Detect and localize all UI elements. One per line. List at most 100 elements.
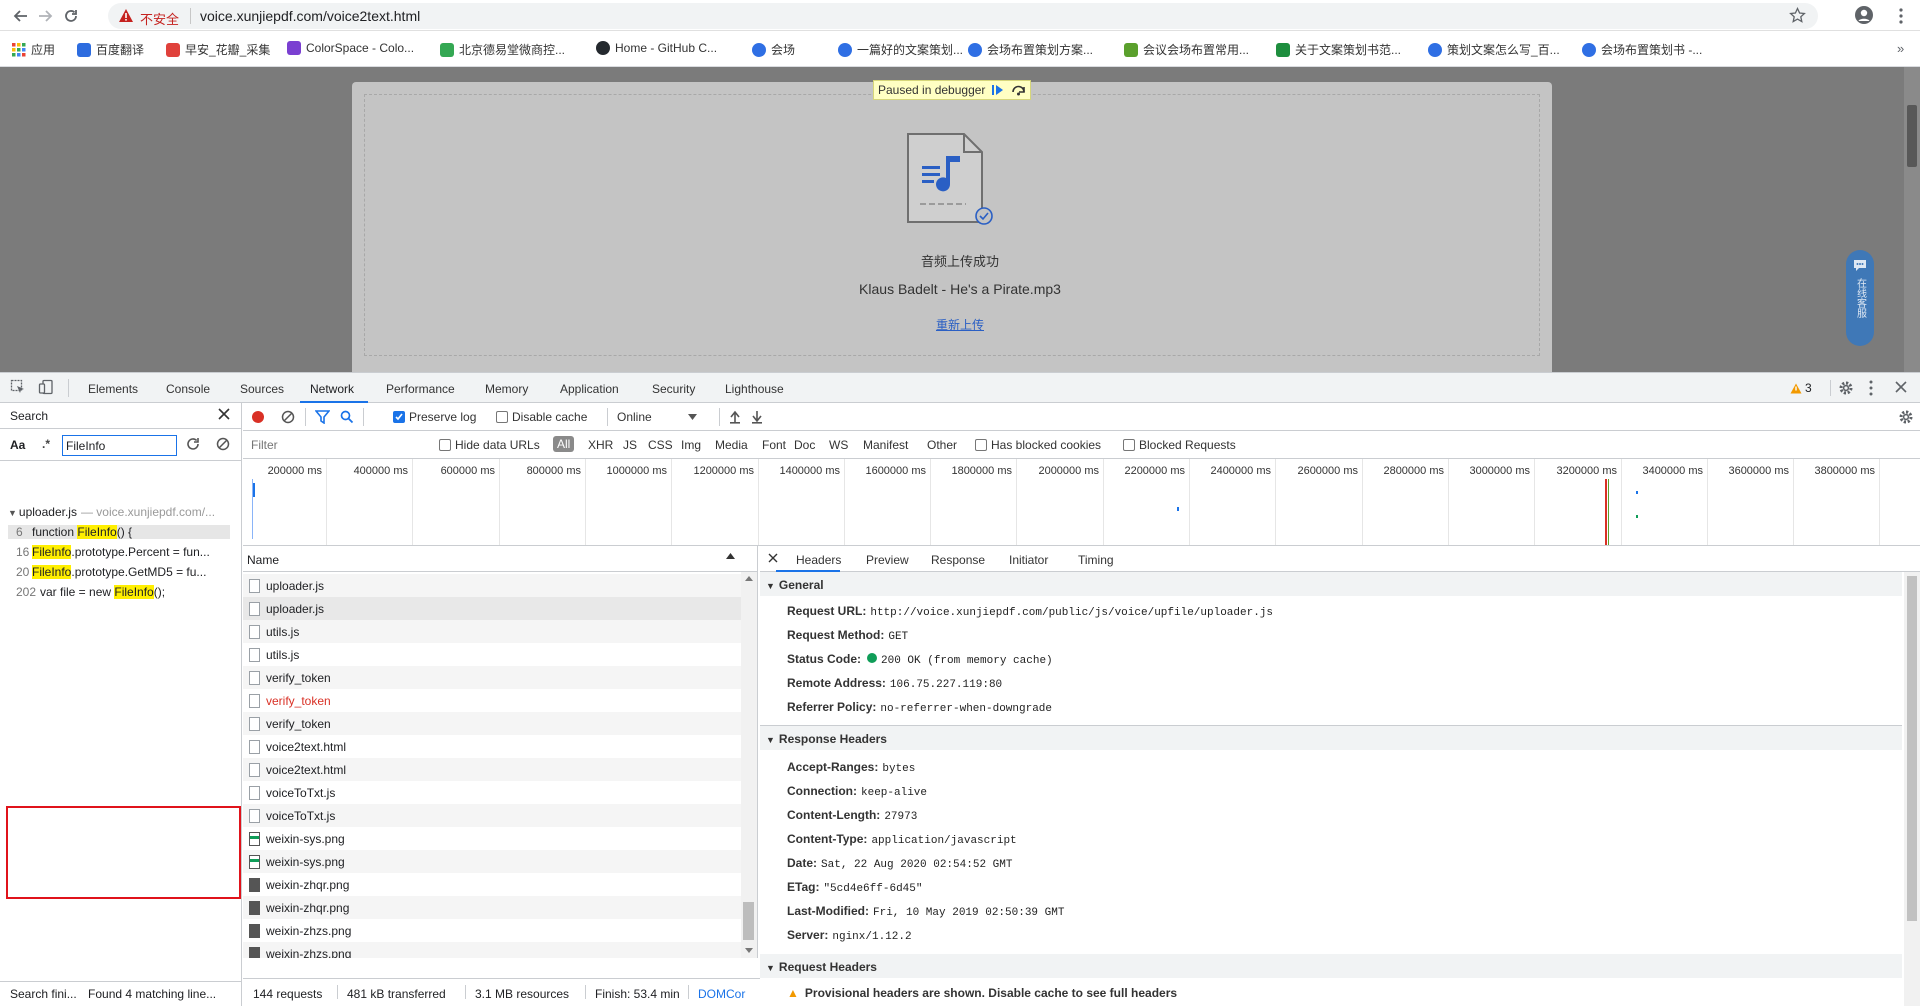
search-result-line[interactable]: 202 var file = new FileInfo();	[16, 585, 165, 599]
regex-toggle[interactable]: .*	[42, 437, 50, 451]
type-filter-img[interactable]: Img	[681, 438, 701, 452]
bookmark-item[interactable]: 会场布置策划书 -...	[1582, 41, 1702, 58]
device-toggle-icon[interactable]	[38, 379, 54, 395]
bookmark-item[interactable]: Home - GitHub C...	[596, 41, 717, 55]
bookmark-item[interactable]: 北京德易堂微商控...	[440, 41, 565, 58]
devtools-tab-memory[interactable]: Memory	[485, 382, 528, 396]
devtools-tab-elements[interactable]: Elements	[88, 382, 138, 396]
page-scrollbar-thumb[interactable]	[1907, 105, 1917, 167]
request-row[interactable]: verify_token	[243, 689, 741, 712]
request-row[interactable]: uploader.js	[243, 574, 741, 597]
address-bar[interactable]: 不安全 voice.xunjiepdf.com/voice2text.html	[108, 3, 1818, 29]
close-details-icon[interactable]	[768, 553, 778, 563]
bookmark-item[interactable]: 一篇好的文案策划...	[838, 41, 963, 58]
response-section-header[interactable]: ▼ Response Headers	[766, 732, 887, 746]
forward-button[interactable]	[34, 5, 56, 27]
request-row[interactable]: weixin-zhzs.png	[243, 942, 741, 958]
request-row[interactable]: weixin-zhqr.png	[243, 896, 741, 919]
scroll-down-icon[interactable]	[745, 948, 753, 953]
match-case-toggle[interactable]: Aa	[10, 438, 25, 452]
bookmark-item[interactable]: 会议会场布置常用...	[1124, 41, 1249, 58]
search-result-line[interactable]: 20 FileInfo.prototype.GetMD5 = fu...	[16, 565, 206, 579]
details-scrollbar-thumb[interactable]	[1907, 576, 1917, 921]
type-filter-css[interactable]: CSS	[648, 438, 673, 452]
type-filter-js[interactable]: JS	[623, 438, 637, 452]
request-row[interactable]: verify_token	[243, 712, 741, 735]
devtools-tab-network[interactable]: Network	[310, 382, 354, 396]
more-bookmarks-icon[interactable]: »	[1897, 41, 1904, 56]
devtools-tab-application[interactable]: Application	[560, 382, 619, 396]
reload-button[interactable]	[60, 5, 82, 27]
request-row[interactable]: utils.js	[243, 643, 741, 666]
bookmark-item[interactable]: 百度翻译	[77, 41, 144, 58]
devtools-tab-sources[interactable]: Sources	[240, 382, 284, 396]
type-filter-font[interactable]: Font	[762, 438, 786, 452]
request-row[interactable]: weixin-zhqr.png	[243, 873, 741, 896]
request-row[interactable]: voice2text.html	[243, 735, 741, 758]
devtools-menu-icon[interactable]	[1869, 380, 1873, 396]
reupload-link-text[interactable]: 重新上传	[936, 318, 984, 332]
request-row[interactable]: weixin-zhzs.png	[243, 919, 741, 942]
request-row[interactable]: voiceToTxt.js	[243, 804, 741, 827]
name-column-header[interactable]: Name	[247, 553, 279, 567]
resume-icon[interactable]	[991, 84, 1005, 96]
devtools-tab-performance[interactable]: Performance	[386, 382, 455, 396]
network-filter-input[interactable]	[247, 435, 427, 455]
hide-data-urls-checkbox[interactable]: Hide data URLs	[439, 438, 540, 452]
security-label[interactable]: 不安全	[140, 9, 179, 28]
page-scrollbar[interactable]	[1904, 67, 1920, 372]
request-row[interactable]: voice2text.html	[243, 758, 741, 781]
blocked-requests-checkbox[interactable]: Blocked Requests	[1123, 438, 1236, 452]
throttle-select[interactable]: Online	[617, 410, 697, 424]
profile-avatar-icon[interactable]	[1854, 5, 1874, 25]
request-section-header[interactable]: ▼ Request Headers	[766, 960, 877, 974]
bookmark-item[interactable]: ColorSpace - Colo...	[287, 41, 414, 55]
general-section-header[interactable]: ▼ General	[766, 578, 824, 592]
detail-tab-response[interactable]: Response	[931, 553, 985, 567]
type-filter-manifest[interactable]: Manifest	[863, 438, 908, 452]
back-button[interactable]	[10, 5, 32, 27]
bookmark-item[interactable]: 早安_花瓣_采集	[166, 41, 270, 58]
sort-ascending-icon[interactable]	[726, 553, 735, 559]
import-har-icon[interactable]	[729, 410, 741, 424]
request-row[interactable]: verify_token	[243, 666, 741, 689]
request-row[interactable]: uploader.js	[243, 597, 741, 620]
warnings-counter[interactable]: 3	[1790, 381, 1812, 395]
search-input[interactable]	[62, 435, 177, 456]
search-result-line[interactable]: 6 function FileInfo() {	[8, 525, 230, 539]
request-row[interactable]: voiceToTxt.js	[243, 781, 741, 804]
bookmark-item[interactable]: 策划文案怎么写_百...	[1428, 41, 1560, 58]
devtools-tab-lighthouse[interactable]: Lighthouse	[725, 382, 784, 396]
request-row[interactable]: weixin-sys.png	[243, 850, 741, 873]
refresh-search-icon[interactable]	[186, 437, 200, 451]
record-button[interactable]	[251, 410, 265, 424]
filter-funnel-icon[interactable]	[315, 410, 330, 424]
online-service-button[interactable]: 在线客服	[1846, 250, 1874, 346]
disable-cache-checkbox[interactable]: Disable cache	[496, 410, 587, 424]
detail-tab-initiator[interactable]: Initiator	[1009, 553, 1048, 567]
url-text[interactable]: voice.xunjiepdf.com/voice2text.html	[200, 8, 420, 24]
search-result-line[interactable]: 16 FileInfo.prototype.Percent = fun...	[16, 545, 210, 559]
type-filter-doc[interactable]: Doc	[794, 438, 815, 452]
scroll-up-icon[interactable]	[745, 576, 753, 581]
type-filter-other[interactable]: Other	[927, 438, 957, 452]
bookmark-item[interactable]: 会场	[752, 41, 795, 58]
bookmark-item[interactable]: 会场布置策划方案...	[968, 41, 1093, 58]
network-settings-icon[interactable]	[1898, 409, 1914, 425]
type-filter-xhr[interactable]: XHR	[588, 438, 613, 452]
preserve-log-checkbox[interactable]: Preserve log	[393, 410, 476, 424]
detail-tab-timing[interactable]: Timing	[1078, 553, 1114, 567]
request-list-scrollbar-thumb[interactable]	[743, 902, 754, 940]
search-result-file[interactable]: ▼ uploader.js — voice.xunjiepdf.com/...	[8, 505, 215, 519]
clear-log-icon[interactable]	[281, 410, 295, 424]
detail-tab-headers[interactable]: Headers	[796, 553, 841, 567]
request-row[interactable]: utils.js	[243, 620, 741, 643]
detail-tab-preview[interactable]: Preview	[866, 553, 909, 567]
type-filter-ws[interactable]: WS	[829, 438, 848, 452]
devtools-tab-security[interactable]: Security	[652, 382, 695, 396]
details-scrollbar[interactable]	[1904, 572, 1920, 1006]
clear-search-icon[interactable]	[216, 437, 230, 451]
step-over-icon[interactable]	[1011, 84, 1026, 96]
close-devtools-icon[interactable]	[1895, 381, 1907, 393]
request-list-scrollbar[interactable]	[741, 572, 757, 958]
